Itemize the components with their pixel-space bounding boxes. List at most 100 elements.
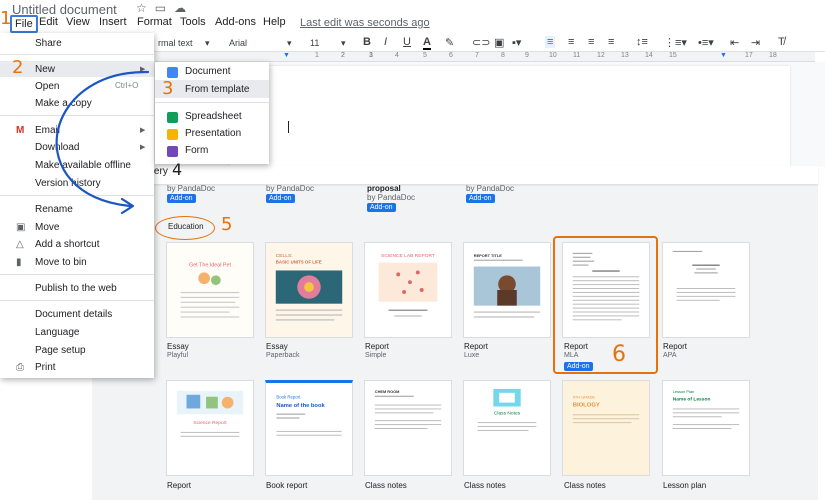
submenu-from-template[interactable]: From template: [185, 84, 249, 95]
menu-share[interactable]: Share: [35, 38, 62, 49]
numbered-list-icon[interactable]: ⋮≡▾: [664, 36, 687, 49]
ruler-mark: 14: [645, 52, 653, 59]
ruler-mark: 12: [597, 52, 605, 59]
last-edit-link[interactable]: Last edit was seconds ago: [300, 17, 430, 29]
template-thumbnail[interactable]: Class Notes: [463, 380, 551, 476]
menu-language[interactable]: Language: [35, 327, 80, 338]
menu-page-setup[interactable]: Page setup: [35, 345, 86, 356]
menu-document-details[interactable]: Document details: [35, 309, 112, 320]
menu-make-available-offline[interactable]: Make available offline: [35, 160, 131, 171]
menu-bar: File Edit View Insert Format Tools Add-o…: [0, 15, 825, 33]
bulleted-list-icon[interactable]: •≡▾: [698, 36, 714, 49]
bold-button[interactable]: B: [363, 36, 371, 48]
annotation-step-5: 5: [221, 214, 233, 235]
template-author: by PandaDoc: [367, 193, 416, 202]
menu-addons[interactable]: Add-ons: [215, 16, 256, 28]
increase-indent-icon[interactable]: ⇥: [751, 36, 760, 49]
folder-icon[interactable]: ▭: [155, 1, 166, 15]
clear-formatting-icon[interactable]: T̸: [778, 36, 785, 48]
drive-shortcut-icon: △: [16, 239, 24, 250]
ruler[interactable]: 2 1 ▼ 1 2 3 4 5 6 7 8 9 10 11 12 13 14 1…: [155, 52, 815, 62]
template-label: Report: [464, 342, 489, 351]
addon-badge: Add-on: [466, 194, 495, 203]
template-sublabel: APA: [663, 352, 677, 359]
menu-move[interactable]: Move: [35, 222, 59, 233]
template-label: Class notes: [365, 481, 407, 490]
align-right-icon[interactable]: ≡: [588, 36, 594, 48]
paragraph-style-select[interactable]: rmal text: [158, 38, 193, 48]
menu-insert[interactable]: Insert: [99, 16, 127, 28]
template-card-top[interactable]: by PandaDoc Add-on: [266, 184, 314, 203]
menu-rename[interactable]: Rename: [35, 204, 73, 215]
template-card-top[interactable]: by PandaDoc Add-on: [167, 184, 215, 203]
menu-move-to-bin[interactable]: Move to bin: [35, 257, 87, 268]
menu-format[interactable]: Format: [137, 16, 172, 28]
chevron-down-icon[interactable]: ▾: [287, 38, 292, 49]
template-thumbnail[interactable]: CELLS: BASIC UNITS OF LIFE: [265, 242, 353, 338]
submenu-form[interactable]: Form: [185, 145, 208, 156]
template-thumbnail[interactable]: Book Report Name of the book: [265, 380, 353, 476]
template-label: Class notes: [564, 481, 606, 490]
menu-view[interactable]: View: [66, 16, 90, 28]
menu-open[interactable]: Open: [35, 81, 59, 92]
decrease-indent-icon[interactable]: ⇤: [730, 36, 739, 49]
template-thumbnail[interactable]: [662, 242, 750, 338]
document-page[interactable]: [230, 66, 790, 166]
chevron-down-icon[interactable]: ▾: [341, 38, 346, 49]
align-left-icon[interactable]: ≡: [545, 36, 556, 48]
menu-version-history[interactable]: Version history: [35, 178, 101, 189]
template-thumbnail[interactable]: CHEM ROOM: [364, 380, 452, 476]
menu-tools[interactable]: Tools: [180, 16, 206, 28]
template-thumbnail[interactable]: 9TH GRADE BIOLOGY: [562, 380, 650, 476]
menu-help[interactable]: Help: [263, 16, 286, 28]
menu-email[interactable]: Email: [35, 125, 60, 136]
justify-icon[interactable]: ≡: [608, 36, 614, 48]
image-icon[interactable]: ▪▾: [512, 36, 521, 49]
title-icons: ☆ ▭ ☁: [136, 1, 186, 15]
menu-make-copy[interactable]: Make a copy: [35, 98, 92, 109]
template-thumbnail[interactable]: Lesson Plan Name of Lesson: [662, 380, 750, 476]
font-size-select[interactable]: 11: [310, 38, 319, 48]
comment-icon[interactable]: ▣: [494, 36, 504, 49]
menu-add-shortcut[interactable]: Add a shortcut: [35, 239, 99, 250]
indent-marker-icon[interactable]: ▼: [283, 52, 290, 59]
menu-new[interactable]: New: [35, 64, 55, 75]
menu-download[interactable]: Download: [35, 142, 79, 153]
forms-icon: [167, 146, 178, 157]
menu-print[interactable]: Print: [35, 362, 56, 373]
template-thumbnail[interactable]: REPORT TITLE: [463, 242, 551, 338]
move-folder-icon: ▣: [16, 222, 26, 233]
svg-text:BASIC UNITS OF LIFE: BASIC UNITS OF LIFE: [276, 260, 322, 265]
italic-button[interactable]: I: [384, 36, 387, 48]
link-icon[interactable]: ⊂⊃: [472, 36, 490, 49]
submenu-presentation[interactable]: Presentation: [185, 128, 241, 139]
menu-divider: [0, 195, 154, 196]
template-card-top[interactable]: by PandaDoc Add-on: [466, 184, 514, 203]
font-select[interactable]: Arial: [229, 38, 247, 48]
line-spacing-icon[interactable]: ↕≡: [636, 36, 648, 48]
align-center-icon[interactable]: ≡: [568, 36, 574, 48]
menu-file[interactable]: File: [10, 15, 38, 33]
chevron-down-icon[interactable]: ▾: [205, 38, 210, 49]
submenu-document[interactable]: Document: [185, 66, 231, 77]
cloud-icon[interactable]: ☁: [174, 1, 186, 15]
template-sublabel: Paperback: [266, 352, 300, 359]
template-author: by PandaDoc: [266, 184, 315, 193]
menu-divider: [0, 274, 154, 275]
template-thumbnail[interactable]: SCIENCE LAB REPORT: [364, 242, 452, 338]
template-card-top[interactable]: proposal by PandaDoc Add-on: [367, 184, 415, 212]
highlight-pen-icon[interactable]: ✎: [445, 36, 454, 49]
submenu-spreadsheet[interactable]: Spreadsheet: [185, 111, 242, 122]
menu-divider: [155, 102, 269, 103]
template-thumbnail[interactable]: Get The Ideal Pet: [166, 242, 254, 338]
trash-icon: ▮: [16, 257, 22, 268]
template-thumbnail[interactable]: Science Report: [166, 380, 254, 476]
menu-publish-to-web[interactable]: Publish to the web: [35, 283, 117, 294]
text-color-button[interactable]: A: [423, 36, 431, 50]
menu-edit[interactable]: Edit: [39, 16, 58, 28]
underline-button[interactable]: U: [403, 36, 411, 48]
text-cursor: [288, 121, 289, 133]
right-indent-marker-icon[interactable]: ▼: [720, 52, 727, 59]
star-icon[interactable]: ☆: [136, 1, 147, 15]
menu-divider: [0, 115, 154, 116]
